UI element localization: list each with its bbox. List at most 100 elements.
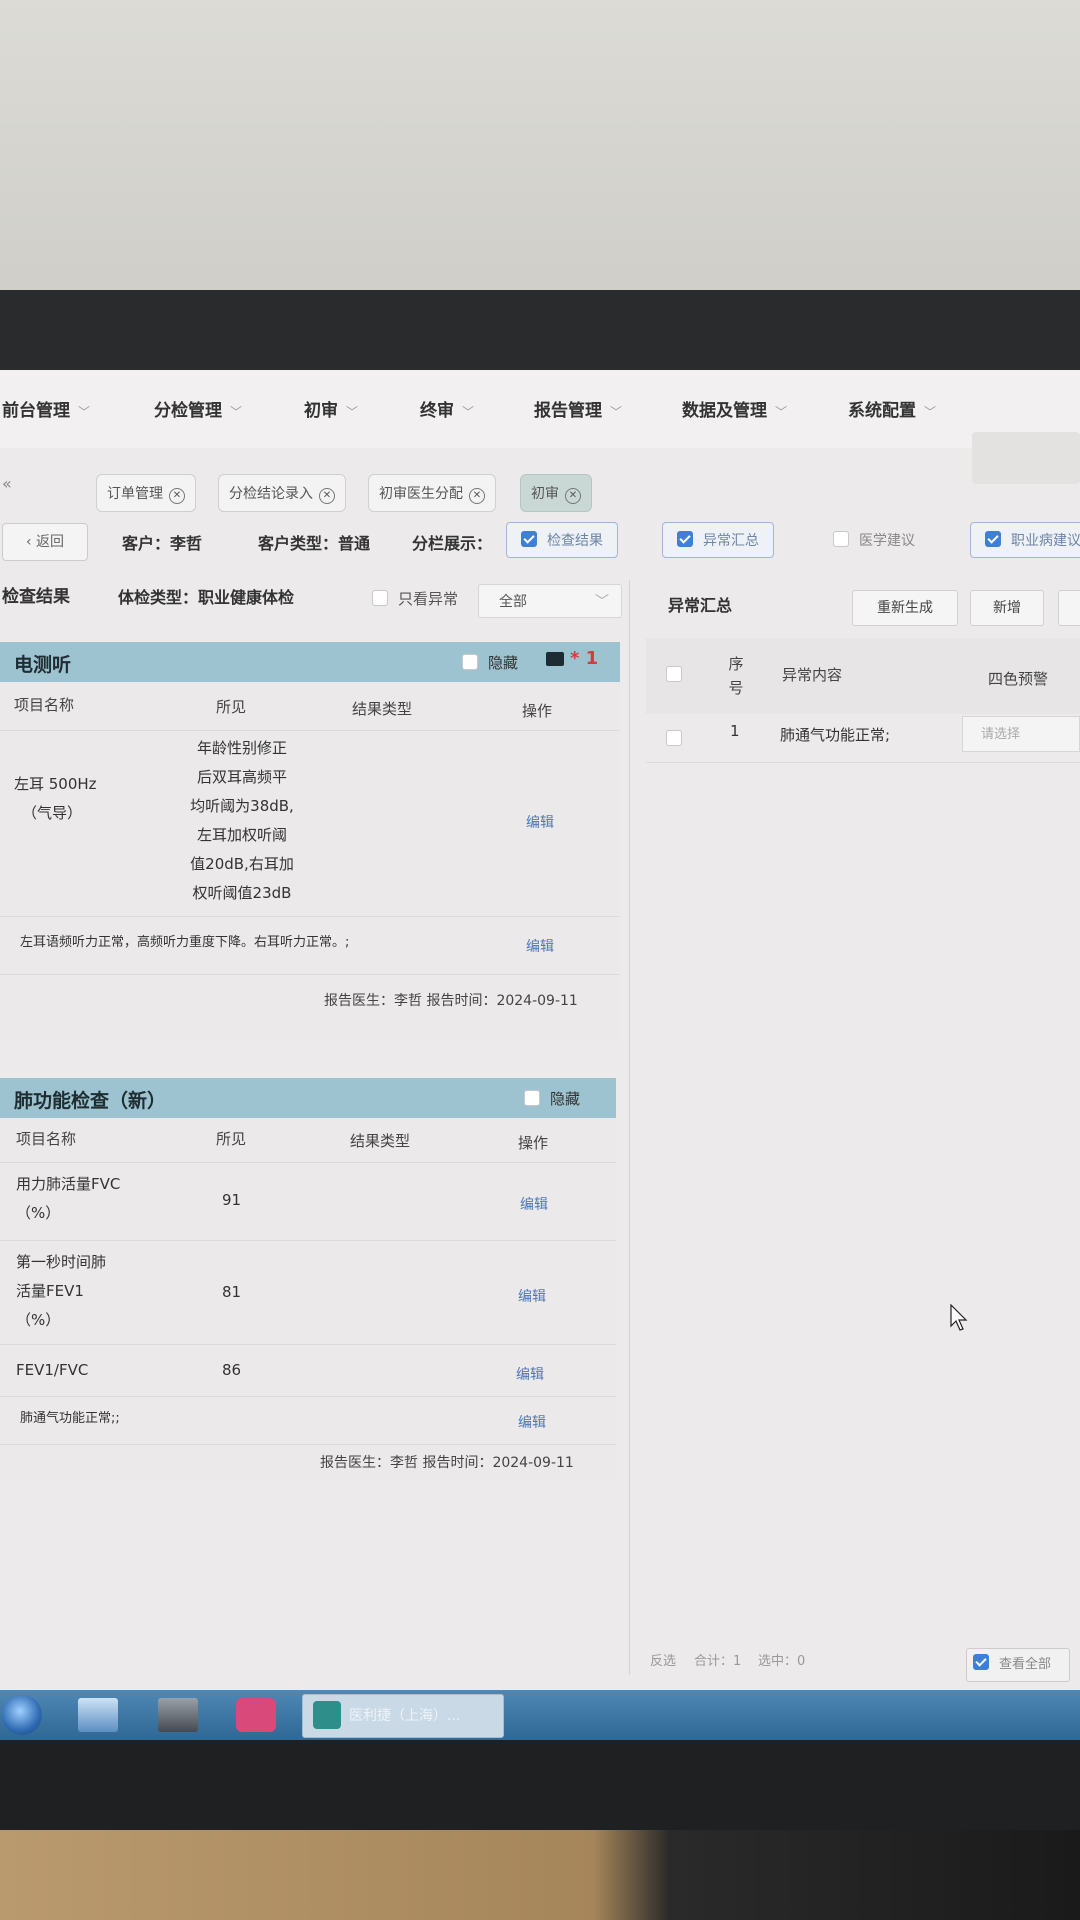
edit-link[interactable]: 编辑: [526, 812, 554, 832]
window-switch-icon[interactable]: [158, 1698, 198, 1732]
edit-link[interactable]: 编辑: [518, 1412, 546, 1432]
divider: [646, 762, 1080, 763]
column-display-label: 分栏展示：: [412, 534, 493, 553]
start-button[interactable]: [2, 1695, 42, 1735]
close-icon[interactable]: ✕: [169, 488, 185, 504]
checkbox-checked-icon: [973, 1654, 989, 1670]
section-title: 电测听: [14, 654, 72, 676]
checkbox-checked-icon: [677, 531, 693, 547]
view-all-toggle[interactable]: 查看全部: [966, 1648, 1070, 1682]
hide-toggle[interactable]: 隐藏: [524, 1088, 580, 1109]
app-bowtie-icon[interactable]: [236, 1698, 276, 1732]
toggle-exam-results[interactable]: 检查结果: [506, 522, 618, 558]
row-content: 肺通气功能正常;: [780, 726, 891, 744]
computer-icon[interactable]: [78, 1698, 118, 1732]
menu-final-review[interactable]: 终审 ﹀: [420, 396, 474, 421]
menu-triage[interactable]: 分检管理 ﹀: [154, 396, 242, 421]
abnormal-marker: * 1: [570, 648, 599, 669]
select-all-checkbox[interactable]: [666, 666, 682, 682]
report-signature: 报告医生：李哲 报告时间：2024-09-11: [320, 1455, 574, 1471]
exam-type: 体检类型：职业健康体检: [118, 588, 295, 607]
collapse-icon[interactable]: «: [2, 474, 12, 493]
tab-triage-entry[interactable]: 分检结论录入 ✕: [218, 474, 346, 512]
right-panel-title: 异常汇总: [668, 596, 733, 615]
audiometry-section: 电测听 隐藏 * 1 项目名称 所见 结果类型 操作 左耳 500Hz （气导）…: [0, 642, 620, 1042]
filter-select[interactable]: 全部 ﹀: [478, 584, 622, 618]
taskbar-app-button[interactable]: 医利捷（上海）...: [302, 1694, 504, 1738]
invert-selection[interactable]: 反选: [650, 1650, 676, 1669]
divider: [0, 1240, 616, 1241]
hide-toggle[interactable]: 隐藏: [462, 652, 518, 673]
chevron-down-icon: ﹀: [462, 405, 475, 419]
toggle-occupational-advice[interactable]: 职业病建议: [970, 522, 1080, 558]
item-finding: 81: [222, 1283, 242, 1301]
col-action: 操作: [522, 702, 553, 720]
menu-front-desk[interactable]: 前台管理 ﹀: [2, 396, 90, 421]
taskbar: 医利捷（上海）...: [0, 1690, 1080, 1740]
chevron-down-icon: ﹀: [595, 594, 609, 610]
checkbox-checked-icon: [985, 531, 1001, 547]
header-search-box[interactable]: [972, 432, 1080, 484]
desk-surface: [0, 1830, 1080, 1920]
regenerate-button[interactable]: 重新生成: [852, 590, 958, 626]
image-icon[interactable]: [546, 652, 564, 666]
edit-link[interactable]: 编辑: [520, 1194, 548, 1214]
menu-system[interactable]: 系统配置 ﹀: [848, 396, 936, 421]
back-button[interactable]: ‹ 返回: [2, 523, 88, 561]
col-action: 操作: [518, 1134, 549, 1152]
medical-cross-icon: [313, 1701, 341, 1729]
edit-link[interactable]: 编辑: [518, 1286, 546, 1306]
col-warning: 四色预警: [988, 670, 1049, 688]
edit-link[interactable]: 编辑: [516, 1364, 544, 1384]
tab-orders[interactable]: 订单管理 ✕: [96, 474, 196, 512]
more-button[interactable]: [1058, 590, 1080, 626]
row-seq: 1: [730, 722, 740, 740]
close-icon[interactable]: ✕: [565, 488, 581, 504]
customer-name: 客户：李哲: [122, 534, 203, 553]
col-name: 项目名称: [14, 696, 75, 714]
chevron-down-icon: ﹀: [346, 405, 359, 419]
left-panel-title: 检查结果: [2, 587, 70, 607]
col-finding: 所见: [216, 698, 247, 716]
warning-select[interactable]: 请选择: [962, 716, 1080, 752]
audiometry-header: 电测听 隐藏 * 1: [0, 642, 620, 682]
menu-data[interactable]: 数据及管理 ﹀: [682, 396, 787, 421]
only-abnormal-toggle[interactable]: 只看异常: [372, 588, 458, 609]
divider: [0, 1396, 616, 1397]
divider: [0, 916, 620, 917]
divider: [0, 1344, 616, 1345]
report-signature: 报告医生：李哲 报告时间：2024-09-11: [324, 993, 578, 1009]
col-result-type: 结果类型: [350, 1132, 411, 1150]
audiometry-summary: 左耳语频听力正常，高频听力重度下降。右耳听力正常。;: [20, 935, 350, 950]
item-finding: 86: [222, 1361, 242, 1379]
close-icon[interactable]: ✕: [469, 488, 485, 504]
toggle-abnormal-summary[interactable]: 异常汇总: [662, 522, 774, 558]
row-checkbox[interactable]: [666, 730, 682, 746]
divider: [0, 1162, 616, 1163]
tab-first-review[interactable]: 初审 ✕: [520, 474, 592, 512]
lung-header: 肺功能检查（新） 隐藏: [0, 1078, 616, 1118]
divider: [0, 1444, 616, 1445]
chevron-down-icon: ﹀: [610, 405, 623, 419]
panel-divider: [629, 580, 630, 1675]
col-name: 项目名称: [16, 1130, 77, 1148]
item-name: FEV1/FVC: [16, 1361, 89, 1379]
col-seq: 序号: [728, 655, 744, 697]
lung-function-section: 肺功能检查（新） 隐藏 项目名称 所见 结果类型 操作 用力肺活量FVC （%）…: [0, 1078, 616, 1478]
checkbox-icon: [833, 531, 849, 547]
toggle-medical-advice[interactable]: 医学建议: [818, 522, 930, 558]
tab-doctor-assign[interactable]: 初审医生分配 ✕: [368, 474, 496, 512]
item-name: 用力肺活量FVC （%）: [16, 1175, 121, 1222]
menu-first-review[interactable]: 初审 ﹀: [304, 396, 358, 421]
top-menu-bar: 前台管理 ﹀ 分检管理 ﹀ 初审 ﹀ 终审 ﹀ 报告管理 ﹀ 数据及管理 ﹀ 系统配置 ﹀: [0, 370, 1080, 484]
add-button[interactable]: 新增: [970, 590, 1044, 626]
menu-report[interactable]: 报告管理 ﹀: [534, 396, 622, 421]
chevron-down-icon: ﹀: [924, 405, 937, 419]
background-wall: [0, 0, 1080, 300]
item-name: 左耳 500Hz （气导）: [14, 775, 97, 822]
section-title: 肺功能检查（新）: [14, 1090, 167, 1112]
chevron-left-icon: ‹: [25, 534, 37, 550]
edit-link[interactable]: 编辑: [526, 936, 554, 956]
close-icon[interactable]: ✕: [319, 488, 335, 504]
customer-type: 客户类型：普通: [258, 534, 371, 553]
